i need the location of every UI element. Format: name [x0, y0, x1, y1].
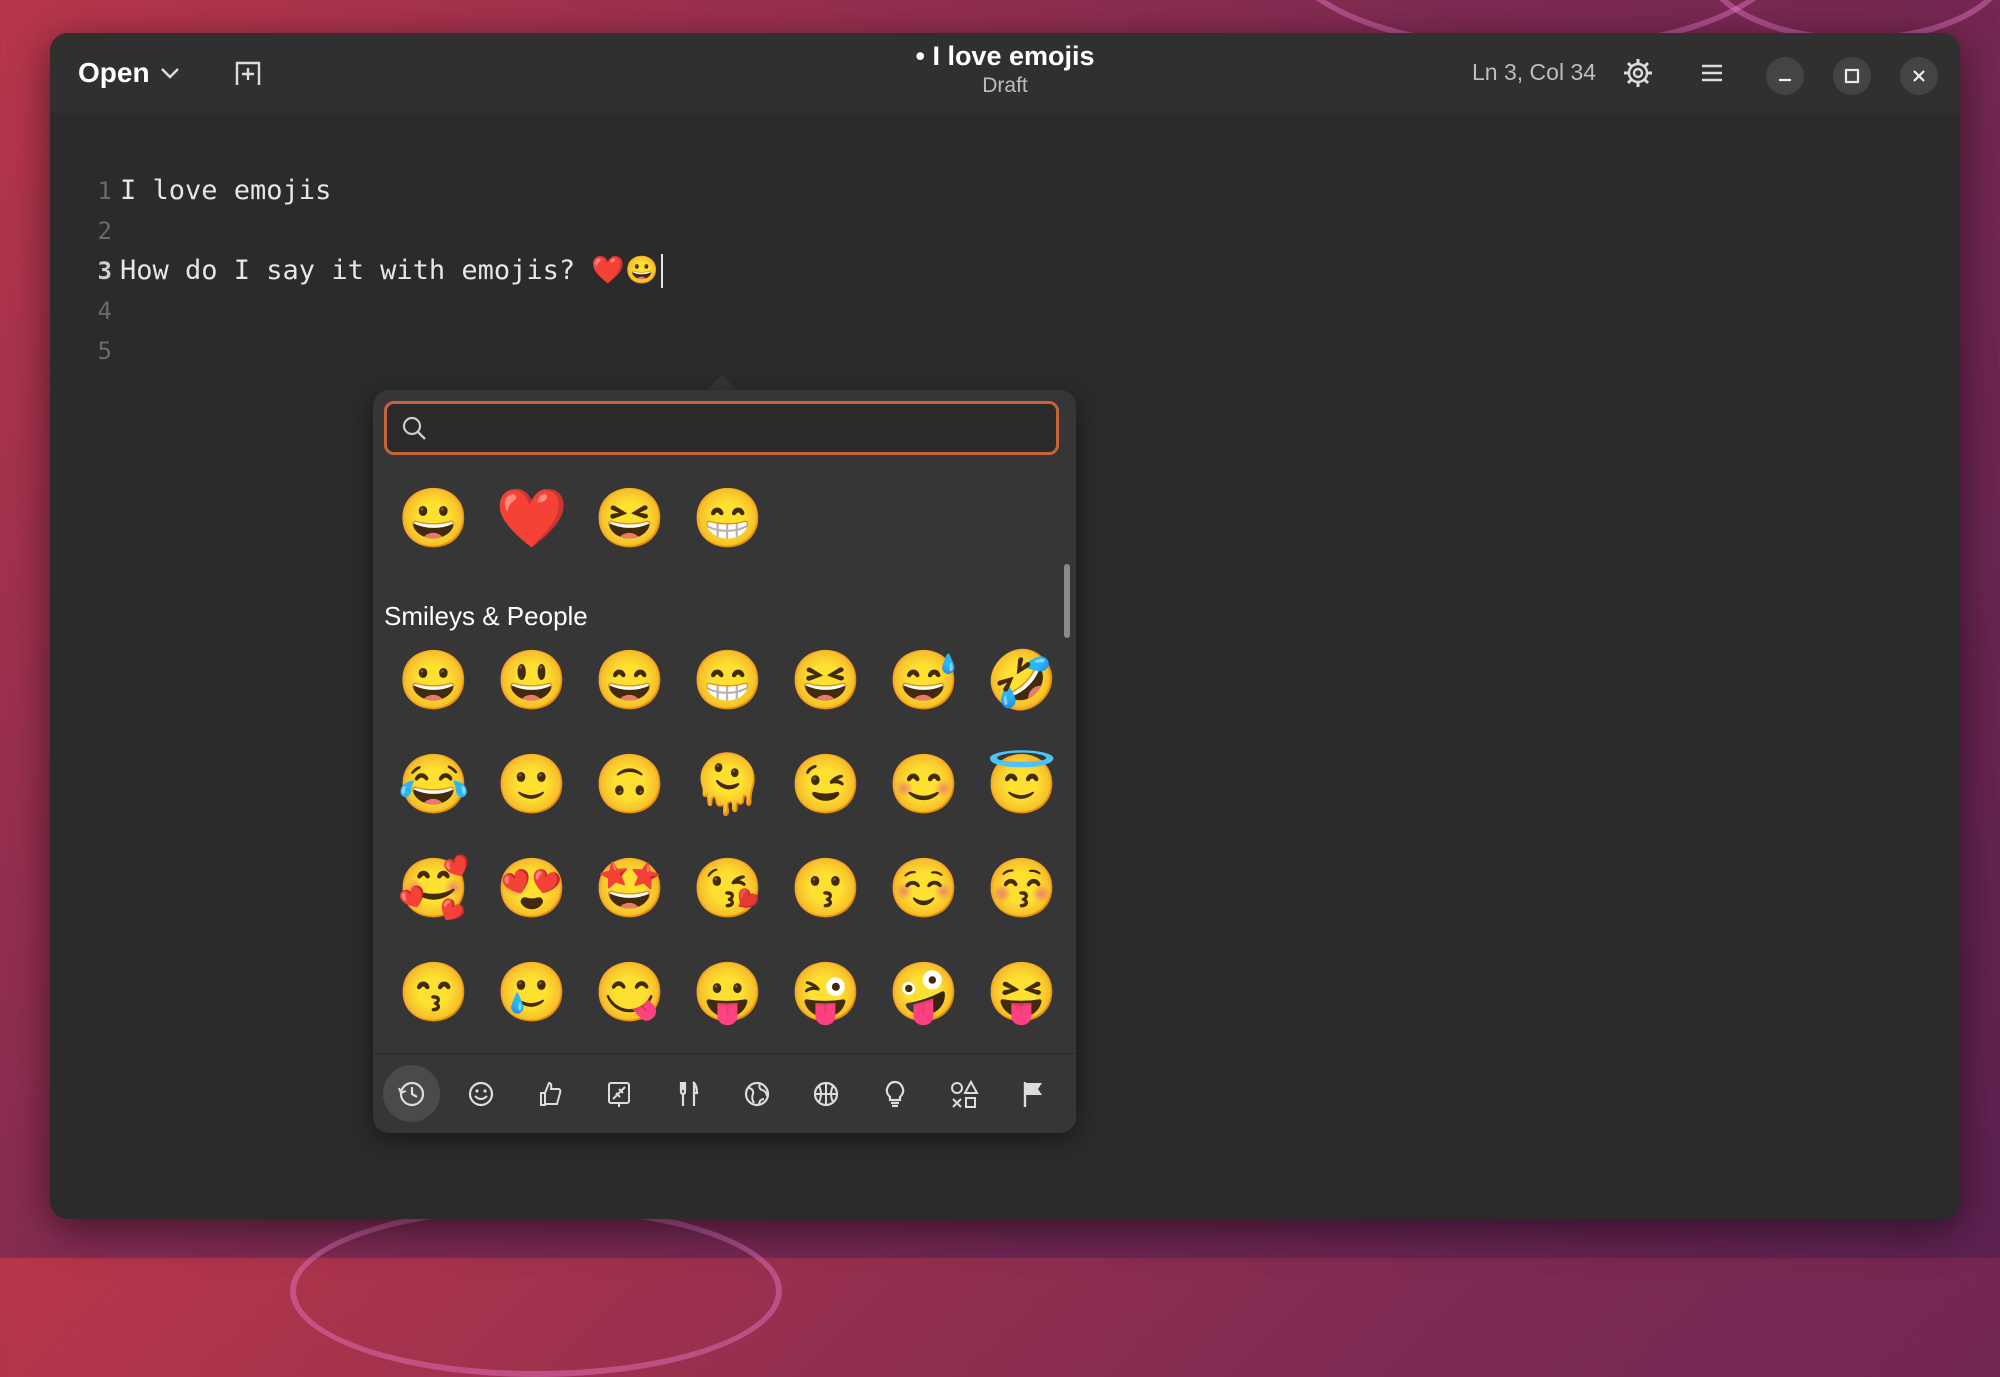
header-bar: Open • I love emojis Draft Ln 3, Col 34 [50, 33, 1960, 114]
section-title: Smileys & People [384, 601, 588, 631]
emoji-search-field[interactable] [384, 401, 1059, 455]
symbols-icon [950, 1079, 979, 1108]
emoji-button[interactable]: 😗 [777, 840, 875, 938]
line-text: I love emojis [120, 175, 332, 206]
travel-icon [744, 1081, 769, 1106]
editor-line[interactable] [120, 291, 663, 331]
line-number-current: 3 [97, 257, 112, 285]
line-text: How do I say it with emojis? ❤️😀 [120, 255, 659, 286]
emoji-button[interactable]: ❤️ [483, 470, 581, 568]
category-food-button[interactable] [659, 1065, 716, 1122]
emoji-category-bar [373, 1053, 1076, 1133]
maximize-button[interactable] [1833, 57, 1871, 95]
emoji-button[interactable]: 😂 [385, 736, 483, 834]
smileys-icon [468, 1081, 493, 1106]
emoji-button[interactable]: 😃 [483, 632, 581, 730]
minimize-button[interactable] [1766, 57, 1804, 95]
category-body-button[interactable] [521, 1065, 578, 1122]
emoji-button[interactable]: 🤩 [581, 840, 679, 938]
line-number: 2 [97, 217, 112, 245]
emoji-button[interactable]: 🙂 [483, 736, 581, 834]
category-flags-button[interactable] [1004, 1065, 1061, 1122]
emoji-button[interactable]: 😋 [581, 944, 679, 1030]
emoji-picker-popover: 😀 ❤️ 😆 😁 Smileys & People 😀 😃 😄 😁 😆 😅 🤣 [373, 390, 1076, 1133]
emoji-button[interactable]: 🫠 [679, 736, 777, 834]
category-travel-button[interactable] [728, 1065, 785, 1122]
emoji-row: 🥰 😍 🤩 😘 😗 ☺️ 😚 [385, 840, 1071, 938]
emoji-search-input[interactable] [437, 413, 1056, 443]
recent-icon [397, 1081, 424, 1106]
editor-line[interactable] [120, 331, 663, 371]
text-editor-area[interactable]: 1 2 3 4 5 I love emojis How do I say it … [50, 113, 1960, 1219]
category-smileys-button[interactable] [452, 1065, 509, 1122]
background-swirl [290, 1205, 782, 1377]
flags-icon [1023, 1081, 1042, 1107]
emoji-button[interactable]: 😛 [679, 944, 777, 1030]
editor-line-current[interactable]: How do I say it with emojis? ❤️😀 [120, 251, 663, 291]
emoji-grid: 😀 ❤️ 😆 😁 Smileys & People 😀 😃 😄 😁 😆 😅 🤣 [373, 470, 1076, 1030]
food-icon [679, 1080, 698, 1106]
category-recent-button[interactable] [383, 1065, 440, 1122]
emoji-button[interactable]: 🙃 [581, 736, 679, 834]
window-title-block: • I love emojis Draft [50, 41, 1960, 98]
emoji-button[interactable]: 😆 [581, 470, 679, 568]
line-number-gutter: 1 2 3 4 5 [72, 171, 112, 371]
search-icon [402, 416, 426, 440]
emoji-button[interactable]: 😀 [385, 632, 483, 730]
emoji-button[interactable]: 🥰 [385, 840, 483, 938]
objects-icon [885, 1080, 904, 1107]
emoji-button[interactable]: 🥲 [483, 944, 581, 1030]
emoji-button[interactable]: 😅 [875, 632, 973, 730]
emoji-row: 😀 😃 😄 😁 😆 😅 🤣 [385, 632, 1071, 730]
emoji-button[interactable]: 😀 [385, 470, 483, 568]
cursor-position-indicator[interactable]: Ln 3, Col 34 [1472, 59, 1596, 86]
body-icon [539, 1081, 561, 1106]
text-caret [660, 254, 663, 288]
emoji-button[interactable]: 😁 [679, 470, 777, 568]
emoji-row: 😙 🥲 😋 😛 😜 🤪 😝 [385, 944, 1071, 1030]
emoji-button[interactable]: 😜 [777, 944, 875, 1030]
editor-line[interactable] [120, 211, 663, 251]
line-number: 5 [97, 337, 112, 365]
emoji-button[interactable]: 😁 [679, 632, 777, 730]
emoji-button[interactable]: 😘 [679, 840, 777, 938]
emoji-button[interactable]: 😉 [777, 736, 875, 834]
recent-emoji-row: 😀 ❤️ 😆 😁 [385, 470, 777, 568]
maximize-icon [1844, 68, 1860, 84]
emoji-button[interactable]: 🤪 [875, 944, 973, 1030]
minimize-icon [1779, 78, 1791, 82]
editor-lines[interactable]: I love emojis How do I say it with emoji… [120, 171, 663, 371]
window-subtitle: Draft [982, 74, 1028, 97]
close-icon [1913, 70, 1925, 82]
close-button[interactable] [1900, 57, 1938, 95]
line-number: 4 [97, 297, 112, 325]
category-activities-button[interactable] [797, 1065, 854, 1122]
nature-icon [607, 1081, 630, 1107]
emoji-button[interactable]: 😚 [973, 840, 1071, 938]
emoji-grid-scrollbar[interactable] [1064, 564, 1070, 638]
line-number: 1 [97, 177, 112, 205]
emoji-button[interactable]: 😍 [483, 840, 581, 938]
main-menu-button[interactable] [1686, 47, 1738, 99]
window-title: • I love emojis [915, 41, 1095, 71]
emoji-button[interactable]: 😊 [875, 736, 973, 834]
emoji-button[interactable]: 😄 [581, 632, 679, 730]
category-objects-button[interactable] [866, 1065, 923, 1122]
emoji-button[interactable]: 😇 [973, 736, 1071, 834]
settings-button[interactable] [1612, 47, 1664, 99]
editor-line[interactable]: I love emojis [120, 171, 663, 211]
category-nature-button[interactable] [590, 1065, 647, 1122]
emoji-button[interactable]: 😆 [777, 632, 875, 730]
emoji-button[interactable]: 😝 [973, 944, 1071, 1030]
activities-icon [813, 1081, 838, 1106]
hamburger-menu-icon [1702, 64, 1722, 82]
category-symbols-button[interactable] [935, 1065, 992, 1122]
emoji-button[interactable]: ☺️ [875, 840, 973, 938]
emoji-button[interactable]: 😙 [385, 944, 483, 1030]
emoji-row: 😂 🙂 🙃 🫠 😉 😊 😇 [385, 736, 1071, 834]
emoji-button[interactable]: 🤣 [973, 632, 1071, 730]
gear-icon [1624, 59, 1652, 87]
popover-arrow [706, 375, 738, 391]
text-editor-window: Open • I love emojis Draft Ln 3, Col 34 [50, 33, 1960, 1219]
